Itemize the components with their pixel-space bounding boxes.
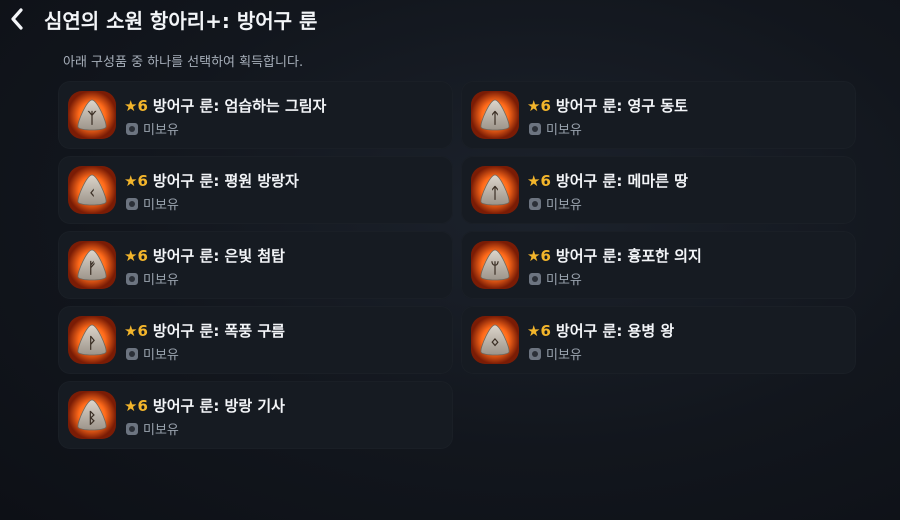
rune-glyph: ᛏ [490,184,499,202]
grade-label: 6 [540,247,551,265]
ownership-status: 미보유 [126,344,179,363]
rune-name: 방어구 룬: 흉포한 의지 [555,247,702,265]
rune-option-card[interactable]: ᚲ ★6 방어구 룬: 평원 방랑자 미보유 [58,156,453,224]
grade-label: 6 [137,97,148,115]
status-icon [126,422,138,435]
ownership-status: 미보유 [529,269,582,288]
rune-title: ★6 방어구 룬: 흉포한 의지 [527,245,702,266]
ownership-status: 미보유 [529,344,582,363]
rune-icon: ᛒ [66,389,118,441]
rune-name: 방어구 룬: 방랑 기사 [152,397,285,415]
header: 심연의 소원 항아리+: 방어구 룬 [0,0,900,44]
rune-icon: ᚲ [66,164,118,216]
rune-icon: ᛏ [469,164,521,216]
rune-icon: ᚹ [66,314,118,366]
rune-glyph: ᚠ [87,259,96,277]
status-icon [529,272,541,285]
rune-glyph: ᛉ [87,109,96,127]
rune-name: 방어구 룬: 메마른 땅 [555,172,688,190]
rune-glyph: ᚹ [87,334,96,352]
rune-icon: ᛜ [469,314,521,366]
rune-icon: ᛘ [469,239,521,291]
rune-option-card[interactable]: ᛘ ★6 방어구 룬: 흉포한 의지 미보유 [461,231,856,299]
status-icon [126,122,138,135]
status-text: 미보유 [143,123,179,138]
star-icon: ★ [527,247,541,265]
rune-name: 방어구 룬: 엄습하는 그림자 [152,97,327,115]
grade-label: 6 [540,322,551,340]
grade-label: 6 [137,397,148,415]
chevron-left-icon [11,8,23,30]
star-icon: ★ [527,97,541,115]
rune-title: ★6 방어구 룬: 은빛 첨탑 [124,245,285,266]
status-icon [529,347,541,360]
rune-name: 방어구 룬: 평원 방랑자 [152,172,299,190]
star-icon: ★ [124,97,138,115]
rune-glyph: ᚲ [87,184,96,202]
ownership-status: 미보유 [126,119,179,138]
rune-glyph: ᛜ [490,334,499,352]
status-icon [126,272,138,285]
status-icon [126,347,138,360]
ownership-status: 미보유 [529,119,582,138]
rune-title: ★6 방어구 룬: 폭풍 구름 [124,320,285,341]
star-icon: ★ [527,172,541,190]
grade-label: 6 [540,97,551,115]
rune-option-card[interactable]: ᛜ ★6 방어구 룬: 용병 왕 미보유 [461,306,856,374]
rune-icon: ᚠ [66,239,118,291]
status-icon [126,197,138,210]
grade-label: 6 [540,172,551,190]
grade-label: 6 [137,247,148,265]
star-icon: ★ [124,172,138,190]
status-text: 미보유 [143,423,179,438]
star-icon: ★ [124,322,138,340]
rune-option-card[interactable]: ᚹ ★6 방어구 룬: 폭풍 구름 미보유 [58,306,453,374]
ownership-status: 미보유 [126,194,179,213]
status-text: 미보유 [546,348,582,363]
rune-title: ★6 방어구 룬: 영구 동토 [527,95,688,116]
rune-option-card[interactable]: ᛏ ★6 방어구 룬: 영구 동토 미보유 [461,81,856,149]
star-icon: ★ [124,397,138,415]
grade-label: 6 [137,172,148,190]
grade-label: 6 [137,322,148,340]
ownership-status: 미보유 [126,419,179,438]
rune-title: ★6 방어구 룬: 평원 방랑자 [124,170,299,191]
rune-name: 방어구 룬: 영구 동토 [555,97,688,115]
rune-name: 방어구 룬: 폭풍 구름 [152,322,285,340]
status-text: 미보유 [546,273,582,288]
status-text: 미보유 [546,123,582,138]
status-text: 미보유 [143,273,179,288]
rune-icon: ᛏ [469,89,521,141]
rune-glyph: ᛒ [87,409,96,427]
rune-glyph: ᛏ [490,109,499,127]
status-text: 미보유 [143,348,179,363]
status-text: 미보유 [546,198,582,213]
ownership-status: 미보유 [529,194,582,213]
rune-title: ★6 방어구 룬: 메마른 땅 [527,170,688,191]
status-icon [529,197,541,210]
rune-option-card[interactable]: ᛉ ★6 방어구 룬: 엄습하는 그림자 미보유 [58,81,453,149]
rune-option-card[interactable]: ᛏ ★6 방어구 룬: 메마른 땅 미보유 [461,156,856,224]
rune-title: ★6 방어구 룬: 용병 왕 [527,320,674,341]
ownership-status: 미보유 [126,269,179,288]
page-title: 심연의 소원 항아리+: 방어구 룬 [44,9,318,33]
page-subtitle: 아래 구성품 중 하나를 선택하여 획득합니다. [63,55,304,70]
rune-option-card[interactable]: ᚠ ★6 방어구 룬: 은빛 첨탑 미보유 [58,231,453,299]
rune-glyph: ᛘ [490,259,499,277]
rune-title: ★6 방어구 룬: 엄습하는 그림자 [124,95,326,116]
rune-title: ★6 방어구 룬: 방랑 기사 [124,395,285,416]
rune-option-card[interactable]: ᛒ ★6 방어구 룬: 방랑 기사 미보유 [58,381,453,449]
rune-name: 방어구 룬: 용병 왕 [555,322,675,340]
status-icon [529,122,541,135]
rune-icon: ᛉ [66,89,118,141]
back-button[interactable] [6,6,28,32]
status-text: 미보유 [143,198,179,213]
star-icon: ★ [124,247,138,265]
star-icon: ★ [527,322,541,340]
rune-name: 방어구 룬: 은빛 첨탑 [152,247,285,265]
